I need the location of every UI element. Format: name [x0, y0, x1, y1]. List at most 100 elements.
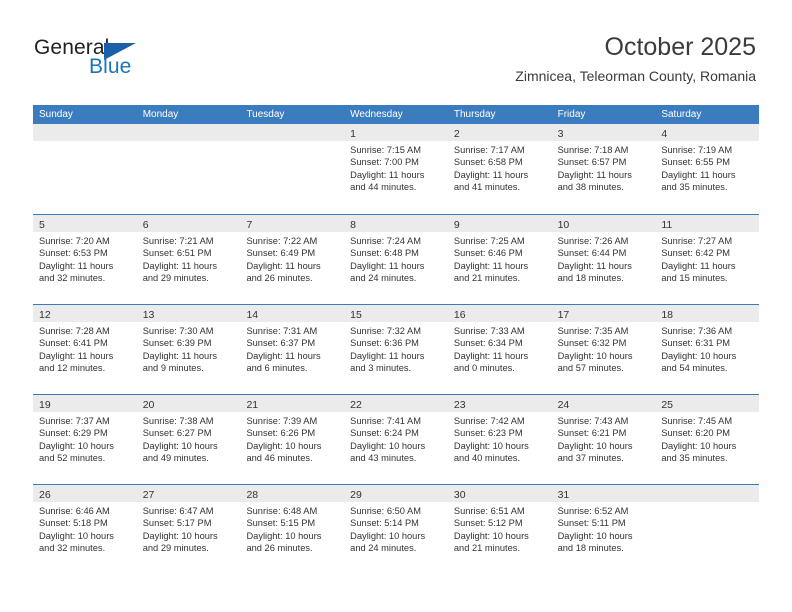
day-number: 3: [557, 128, 564, 140]
calendar-day-cell[interactable]: 19 Sunrise: 7:37 AM Sunset: 6:29 PM Dayligh…: [33, 395, 137, 484]
day-sun-info: Sunrise: 7:36 AM Sunset: 6:31 PM Daylight:…: [655, 322, 759, 375]
day-sunrise-text: Sunrise: 7:18 AM: [557, 145, 629, 155]
calendar-day-cell[interactable]: 28 Sunrise: 6:48 AM Sunset: 5:15 PM Dayligh…: [240, 485, 345, 574]
day-sun-info: Sunrise: 7:22 AM Sunset: 6:49 PM Daylight:…: [240, 232, 344, 285]
calendar-day-cell[interactable]: 7 Sunrise: 7:22 AM Sunset: 6:49 PM Daylight…: [240, 215, 345, 304]
calendar-day-cell[interactable]: 10 Sunrise: 7:26 AM Sunset: 6:44 PM Dayligh…: [551, 215, 656, 304]
day-sunset-text: Sunset: 6:32 PM: [557, 338, 627, 349]
calendar-day-cell[interactable]: 29 Sunrise: 6:50 AM Sunset: 5:14 PM Dayligh…: [344, 485, 448, 574]
day-sunset-text: Sunset: 6:20 PM: [661, 428, 731, 439]
calendar-week-row: 5 Sunrise: 7:20 AM Sunset: 6:53 PM Daylight…: [33, 214, 760, 304]
calendar-day-cell[interactable]: 15 Sunrise: 7:32 AM Sunset: 6:36 PM Dayligh…: [344, 305, 448, 394]
calendar-day-cell[interactable]: 20 Sunrise: 7:38 AM Sunset: 6:27 PM Dayligh…: [136, 395, 241, 484]
calendar-day-cell[interactable]: 16 Sunrise: 7:33 AM Sunset: 6:34 PM Dayligh…: [447, 305, 552, 394]
day-number-band: 26: [33, 485, 137, 502]
day-number-band: 20: [136, 395, 241, 412]
day-number-band: 25: [655, 395, 760, 412]
day-sun-info: Sunrise: 7:42 AM Sunset: 6:23 PM Daylight:…: [448, 412, 552, 465]
day-daylight-1-text: Daylight: 11 hours: [246, 350, 321, 361]
day-sunset-text: Sunset: 6:57 PM: [557, 157, 627, 168]
day-sunset-text: Sunset: 6:31 PM: [661, 338, 731, 349]
dow-friday: Friday: [557, 109, 586, 120]
day-daylight-1-text: Daylight: 10 hours: [39, 530, 114, 541]
day-sunrise-text: Sunrise: 6:48 AM: [246, 506, 318, 516]
calendar-day-cell[interactable]: 6 Sunrise: 7:21 AM Sunset: 6:51 PM Daylight…: [136, 215, 241, 304]
calendar-day-cell[interactable]: 4 Sunrise: 7:19 AM Sunset: 6:55 PM Daylight…: [655, 124, 760, 214]
day-daylight-2-text: and 0 minutes.: [453, 363, 515, 374]
calendar-day-cell[interactable]: 5 Sunrise: 7:20 AM Sunset: 6:53 PM Daylight…: [33, 215, 137, 304]
day-number-band: 11: [655, 215, 760, 232]
calendar-day-cell[interactable]: 3 Sunrise: 7:18 AM Sunset: 6:57 PM Daylight…: [551, 124, 656, 214]
day-number-band: 19: [33, 395, 137, 412]
day-sunset-text: Sunset: 6:29 PM: [39, 428, 108, 439]
day-sunset-text: Sunset: 6:55 PM: [661, 157, 731, 168]
day-daylight-1-text: Daylight: 10 hours: [246, 440, 322, 451]
day-daylight-2-text: and 21 minutes.: [453, 273, 521, 284]
calendar-day-cell[interactable]: 27 Sunrise: 6:47 AM Sunset: 5:17 PM Dayligh…: [136, 485, 241, 574]
day-number: 17: [557, 309, 570, 321]
day-sunset-text: Sunset: 6:26 PM: [246, 428, 316, 439]
calendar-day-cell[interactable]: 1 Sunrise: 7:15 AM Sunset: 7:00 PM Daylight…: [344, 124, 448, 214]
day-daylight-2-text: and 43 minutes.: [350, 453, 417, 464]
day-sunrise-text: Sunrise: 7:22 AM: [246, 236, 318, 246]
calendar-day-cell[interactable]: 11 Sunrise: 7:27 AM Sunset: 6:42 PM Dayligh…: [655, 215, 760, 304]
day-sun-info: Sunrise: 7:35 AM Sunset: 6:32 PM Daylight:…: [552, 322, 656, 375]
calendar-day-cell-empty: [240, 124, 345, 214]
calendar-day-cell[interactable]: 25 Sunrise: 7:45 AM Sunset: 6:20 PM Dayligh…: [655, 395, 760, 484]
calendar-day-cell[interactable]: 17 Sunrise: 7:35 AM Sunset: 6:32 PM Dayligh…: [551, 305, 656, 394]
calendar-day-cell[interactable]: 9 Sunrise: 7:25 AM Sunset: 6:46 PM Daylight…: [447, 215, 552, 304]
day-number: 25: [661, 399, 673, 411]
day-number-band: 22: [344, 395, 448, 412]
dow-sunday: Sunday: [39, 109, 73, 120]
day-number: 30: [453, 489, 466, 501]
day-daylight-2-text: and 57 minutes.: [557, 363, 624, 374]
day-sunrise-text: Sunrise: 7:38 AM: [142, 416, 214, 426]
day-daylight-2-text: and 18 minutes.: [557, 273, 624, 284]
day-sunset-text: Sunset: 5:18 PM: [39, 518, 108, 529]
day-sunset-text: Sunset: 5:15 PM: [246, 518, 316, 529]
day-daylight-1-text: Daylight: 11 hours: [246, 260, 321, 271]
calendar-day-cell[interactable]: 14 Sunrise: 7:31 AM Sunset: 6:37 PM Dayligh…: [240, 305, 345, 394]
day-sunrise-text: Sunrise: 6:50 AM: [350, 506, 421, 516]
day-daylight-2-text: and 49 minutes.: [142, 453, 209, 464]
day-of-week-header: Sunday Monday Tuesday Wednesday Thursday…: [33, 105, 759, 124]
calendar-day-cell[interactable]: 30 Sunrise: 6:51 AM Sunset: 5:12 PM Dayligh…: [447, 485, 552, 574]
day-sun-info: Sunrise: 7:37 AM Sunset: 6:29 PM Daylight:…: [33, 412, 137, 465]
general-blue-logo[interactable]: General Blue: [34, 36, 234, 86]
calendar-day-cell[interactable]: 12 Sunrise: 7:28 AM Sunset: 6:41 PM Dayligh…: [33, 305, 137, 394]
day-sun-info: [240, 141, 344, 144]
calendar-day-cell[interactable]: 13 Sunrise: 7:30 AM Sunset: 6:39 PM Dayligh…: [136, 305, 241, 394]
calendar-day-cell[interactable]: 21 Sunrise: 7:39 AM Sunset: 6:26 PM Dayligh…: [240, 395, 345, 484]
day-sunrise-text: Sunrise: 7:17 AM: [453, 145, 525, 155]
calendar-day-cell[interactable]: 22 Sunrise: 7:41 AM Sunset: 6:24 PM Dayligh…: [344, 395, 448, 484]
calendar-day-cell[interactable]: 2 Sunrise: 7:17 AM Sunset: 6:58 PM Daylight…: [447, 124, 552, 214]
calendar-day-cell[interactable]: 8 Sunrise: 7:24 AM Sunset: 6:48 PM Daylight…: [344, 215, 448, 304]
day-sun-info: [137, 141, 241, 144]
day-sun-info: Sunrise: 7:27 AM Sunset: 6:42 PM Daylight:…: [655, 232, 759, 285]
day-number: 11: [661, 219, 673, 231]
calendar-week-row: 12 Sunrise: 7:28 AM Sunset: 6:41 PM Dayligh…: [33, 304, 760, 394]
day-number-band: 24: [551, 395, 656, 412]
calendar-day-cell[interactable]: 18 Sunrise: 7:36 AM Sunset: 6:31 PM Dayligh…: [655, 305, 760, 394]
day-sunset-text: Sunset: 6:39 PM: [142, 338, 212, 349]
day-daylight-1-text: Daylight: 10 hours: [350, 530, 426, 541]
day-sunset-text: Sunset: 5:14 PM: [350, 518, 419, 529]
day-daylight-1-text: Daylight: 11 hours: [39, 350, 114, 361]
day-daylight-1-text: Daylight: 10 hours: [557, 440, 633, 451]
day-sunrise-text: Sunrise: 7:31 AM: [246, 326, 318, 336]
day-sunset-text: Sunset: 6:27 PM: [142, 428, 212, 439]
day-daylight-1-text: Daylight: 11 hours: [661, 260, 736, 271]
calendar-day-cell[interactable]: 31 Sunrise: 6:52 AM Sunset: 5:11 PM Dayligh…: [551, 485, 656, 574]
day-sunrise-text: Sunrise: 7:21 AM: [142, 236, 214, 246]
day-sunrise-text: Sunrise: 7:43 AM: [557, 416, 629, 426]
calendar-day-cell[interactable]: 23 Sunrise: 7:42 AM Sunset: 6:23 PM Dayligh…: [447, 395, 552, 484]
day-number-band: 23: [447, 395, 552, 412]
calendar-day-cell[interactable]: 26 Sunrise: 6:46 AM Sunset: 5:18 PM Dayligh…: [33, 485, 137, 574]
day-daylight-1-text: Daylight: 10 hours: [453, 440, 529, 451]
day-daylight-2-text: and 32 minutes.: [39, 543, 106, 554]
day-sunrise-text: Sunrise: 7:15 AM: [350, 145, 421, 155]
day-daylight-1-text: Daylight: 10 hours: [453, 530, 529, 541]
calendar-day-cell[interactable]: 24 Sunrise: 7:43 AM Sunset: 6:21 PM Dayligh…: [551, 395, 656, 484]
day-number-band: 13: [136, 305, 241, 322]
day-sunrise-text: Sunrise: 7:45 AM: [661, 416, 733, 426]
